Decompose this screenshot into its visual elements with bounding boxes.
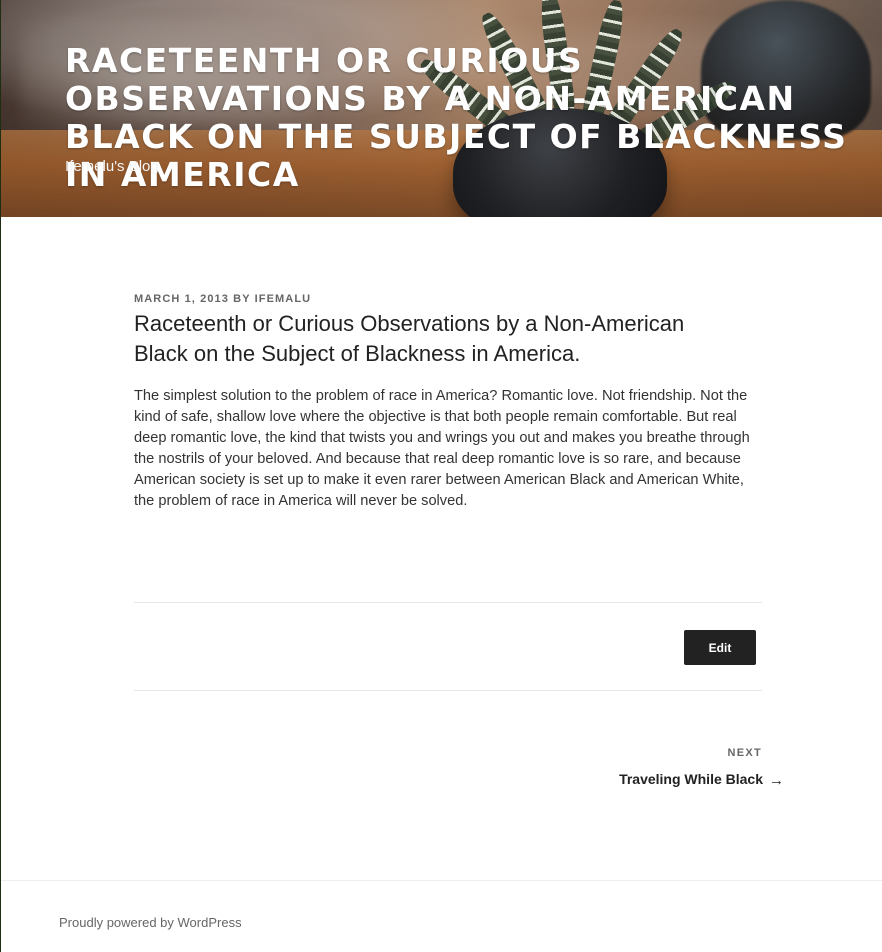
post-byline-by: BY <box>233 293 251 305</box>
post-content: The simplest solution to the problem of … <box>134 388 750 509</box>
edit-button[interactable]: Edit <box>684 630 756 665</box>
powered-by-link[interactable]: Proudly powered by WordPress <box>59 914 242 932</box>
next-post-title: Traveling While Black <box>619 771 763 787</box>
post-bottom-divider <box>134 690 762 691</box>
site-title[interactable]: RACETEENTH OR CURIOUS OBSERVATIONS BY A … <box>65 42 855 194</box>
site-header: RACETEENTH OR CURIOUS OBSERVATIONS BY A … <box>1 0 882 217</box>
right-arrow-icon: → <box>769 772 784 789</box>
next-post-link[interactable]: Traveling While Black → <box>590 769 784 791</box>
next-post-label: NEXT <box>727 747 762 759</box>
site-tagline: Ifemelu's Blog <box>65 158 159 175</box>
page: RACETEENTH OR CURIOUS OBSERVATIONS BY A … <box>0 0 882 952</box>
post-author-link[interactable]: IFEMALU <box>255 293 312 305</box>
footer-divider <box>1 880 882 881</box>
post-meta: MARCH 1, 2013 BY IFEMALU <box>134 293 311 305</box>
post-top-divider <box>134 602 762 603</box>
post-date[interactable]: MARCH 1, 2013 <box>134 293 229 305</box>
post-title: Raceteenth or Curious Observations by a … <box>134 311 685 366</box>
